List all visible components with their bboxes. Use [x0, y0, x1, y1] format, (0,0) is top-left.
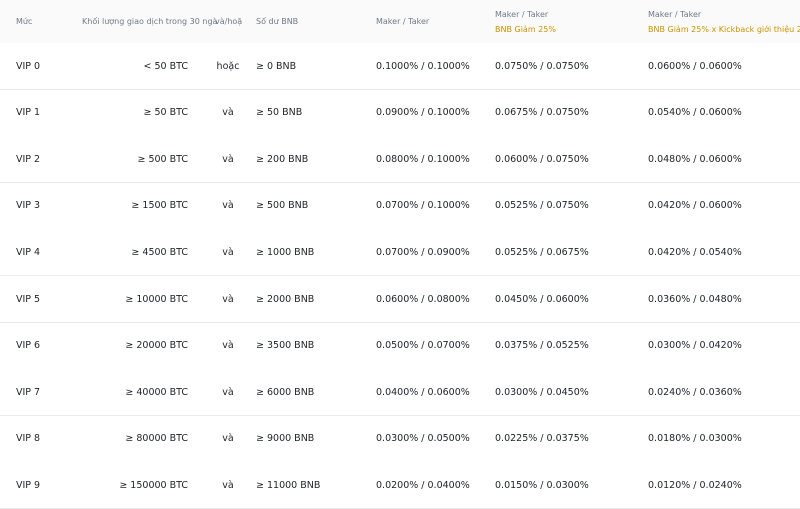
- vip-level-cell: VIP 8: [16, 433, 41, 445]
- and-or-condition-cell: và: [222, 479, 234, 491]
- and-or-condition-cell: và: [222, 433, 234, 445]
- maker-taker-fee-cell: 0.0300% / 0.0500%: [376, 433, 470, 445]
- vip-level-cell: VIP 7: [16, 386, 41, 398]
- trading-volume-cell: ≥ 1500 BTC: [131, 200, 188, 212]
- maker-taker-fee-bnb-cell: 0.0525% / 0.0750%: [495, 200, 589, 212]
- table-row: VIP 8 ≥ 80000 BTC và ≥ 9000 BNB 0.0300% / 0.…: [0, 415, 800, 463]
- table-row: VIP 2 ≥ 500 BTC và ≥ 200 BNB 0.0800% / 0.100…: [0, 136, 800, 184]
- table-row: VIP 5 ≥ 10000 BTC và ≥ 2000 BNB 0.0600% / 0.…: [0, 276, 800, 323]
- maker-taker-fee-cell: 0.0700% / 0.1000%: [376, 200, 470, 212]
- vip-level-cell: VIP 3: [16, 200, 41, 212]
- and-or-condition-cell: và: [222, 107, 234, 119]
- trading-volume-cell: < 50 BTC: [143, 60, 189, 72]
- maker-taker-fee-bnb-cell: 0.0525% / 0.0675%: [495, 246, 589, 258]
- bnb-balance-cell: ≥ 11000 BNB: [256, 479, 321, 491]
- table-row: VIP 1 ≥ 50 BTC và ≥ 50 BNB 0.0900% / 0.1000%…: [0, 89, 800, 137]
- maker-taker-fee-cell: 0.0200% / 0.0400%: [376, 479, 470, 491]
- trading-volume-cell: ≥ 500 BTC: [137, 153, 188, 165]
- and-or-condition-cell: và: [222, 386, 234, 398]
- trading-volume-cell: ≥ 20000 BTC: [125, 340, 188, 352]
- maker-taker-fee-bnb-cell: 0.0450% / 0.0600%: [495, 293, 589, 305]
- table-row: VIP 0 < 50 BTC hoặc ≥ 0 BNB 0.1000% / 0.1000…: [0, 43, 800, 90]
- maker-taker-fee-kickback-cell: 0.0480% / 0.0600%: [648, 153, 742, 165]
- and-or-condition-cell: và: [222, 340, 234, 352]
- maker-taker-fee-cell: 0.0600% / 0.0800%: [376, 293, 470, 305]
- vip-level-cell: VIP 2: [16, 153, 41, 165]
- fee-table: Mức Khối lượng giao dịch trong 30 ngà và…: [0, 0, 800, 509]
- bnb-balance-cell: ≥ 1000 BNB: [256, 246, 315, 258]
- header-maker-taker-bnb: Maker / Taker: [495, 10, 549, 19]
- vip-level-cell: VIP 1: [16, 107, 41, 119]
- vip-level-cell: VIP 5: [16, 293, 41, 305]
- trading-volume-cell: ≥ 40000 BTC: [125, 386, 188, 398]
- maker-taker-fee-bnb-cell: 0.0150% / 0.0300%: [495, 479, 589, 491]
- maker-taker-fee-kickback-cell: 0.0420% / 0.0540%: [648, 246, 742, 258]
- maker-taker-fee-kickback-cell: 0.0180% / 0.0300%: [648, 433, 742, 445]
- header-volume: Khối lượng giao dịch trong 30 ngà: [82, 17, 218, 26]
- bnb-balance-cell: ≥ 0 BNB: [256, 60, 297, 72]
- table-row: VIP 7 ≥ 40000 BTC và ≥ 6000 BNB 0.0400% / 0.…: [0, 369, 800, 417]
- bnb-balance-cell: ≥ 200 BNB: [256, 153, 309, 165]
- bnb-balance-cell: ≥ 2000 BNB: [256, 293, 315, 305]
- maker-taker-fee-bnb-cell: 0.0750% / 0.0750%: [495, 60, 589, 72]
- header-level: Mức: [16, 17, 33, 26]
- bnb-balance-cell: ≥ 3500 BNB: [256, 340, 315, 352]
- header-bnb-discount: BNB Giảm 25%: [495, 25, 556, 34]
- table-row: VIP 6 ≥ 20000 BTC và ≥ 3500 BNB 0.0500% / 0.…: [0, 322, 800, 370]
- and-or-condition-cell: và: [222, 246, 234, 258]
- trading-volume-cell: ≥ 50 BTC: [143, 107, 189, 119]
- and-or-condition-cell: và: [222, 293, 234, 305]
- table-row: VIP 9 ≥ 150000 BTC và ≥ 11000 BNB 0.0200% / …: [0, 462, 800, 509]
- maker-taker-fee-bnb-cell: 0.0600% / 0.0750%: [495, 153, 589, 165]
- trading-volume-cell: ≥ 10000 BTC: [125, 293, 188, 305]
- header-and-or: và/hoặ: [215, 17, 243, 26]
- header-maker-taker-kickback: Maker / Taker: [648, 10, 702, 19]
- trading-volume-cell: ≥ 150000 BTC: [119, 479, 188, 491]
- maker-taker-fee-kickback-cell: 0.0420% / 0.0600%: [648, 200, 742, 212]
- trading-volume-cell: ≥ 80000 BTC: [125, 433, 188, 445]
- header-maker-taker: Maker / Taker: [376, 17, 430, 26]
- maker-taker-fee-cell: 0.0800% / 0.1000%: [376, 153, 470, 165]
- maker-taker-fee-cell: 0.0900% / 0.1000%: [376, 107, 470, 119]
- maker-taker-fee-kickback-cell: 0.0120% / 0.0240%: [648, 479, 742, 491]
- table-header: Mức Khối lượng giao dịch trong 30 ngà và…: [0, 0, 800, 43]
- maker-taker-fee-bnb-cell: 0.0225% / 0.0375%: [495, 433, 589, 445]
- bnb-balance-cell: ≥ 500 BNB: [256, 200, 309, 212]
- vip-level-cell: VIP 9: [16, 479, 41, 491]
- bnb-balance-cell: ≥ 9000 BNB: [256, 433, 315, 445]
- maker-taker-fee-bnb-cell: 0.0300% / 0.0450%: [495, 386, 589, 398]
- vip-level-cell: VIP 4: [16, 246, 41, 258]
- maker-taker-fee-cell: 0.1000% / 0.1000%: [376, 60, 470, 72]
- bnb-balance-cell: ≥ 50 BNB: [256, 107, 303, 119]
- header-bnb-balance: Số dư BNB: [256, 17, 299, 26]
- and-or-condition-cell: và: [222, 153, 234, 165]
- table-row: VIP 4 ≥ 4500 BTC và ≥ 1000 BNB 0.0700% / 0.0…: [0, 229, 800, 277]
- maker-taker-fee-kickback-cell: 0.0600% / 0.0600%: [648, 60, 742, 72]
- maker-taker-fee-kickback-cell: 0.0240% / 0.0360%: [648, 386, 742, 398]
- and-or-condition-cell: và: [222, 200, 234, 212]
- maker-taker-fee-cell: 0.0500% / 0.0700%: [376, 340, 470, 352]
- maker-taker-fee-cell: 0.0400% / 0.0600%: [376, 386, 470, 398]
- maker-taker-fee-kickback-cell: 0.0300% / 0.0420%: [648, 340, 742, 352]
- table-row: VIP 3 ≥ 1500 BTC và ≥ 500 BNB 0.0700% / 0.10…: [0, 182, 800, 230]
- maker-taker-fee-kickback-cell: 0.0360% / 0.0480%: [648, 293, 742, 305]
- vip-level-cell: VIP 0: [16, 60, 41, 72]
- vip-level-cell: VIP 6: [16, 340, 41, 352]
- trading-volume-cell: ≥ 4500 BTC: [131, 246, 188, 258]
- maker-taker-fee-bnb-cell: 0.0375% / 0.0525%: [495, 340, 589, 352]
- maker-taker-fee-bnb-cell: 0.0675% / 0.0750%: [495, 107, 589, 119]
- maker-taker-fee-kickback-cell: 0.0540% / 0.0600%: [648, 107, 742, 119]
- maker-taker-fee-cell: 0.0700% / 0.0900%: [376, 246, 470, 258]
- and-or-condition-cell: hoặc: [216, 60, 240, 72]
- header-kickback-discount: BNB Giảm 25% x Kickback giới thiệu 20%: [648, 25, 800, 34]
- bnb-balance-cell: ≥ 6000 BNB: [256, 386, 315, 398]
